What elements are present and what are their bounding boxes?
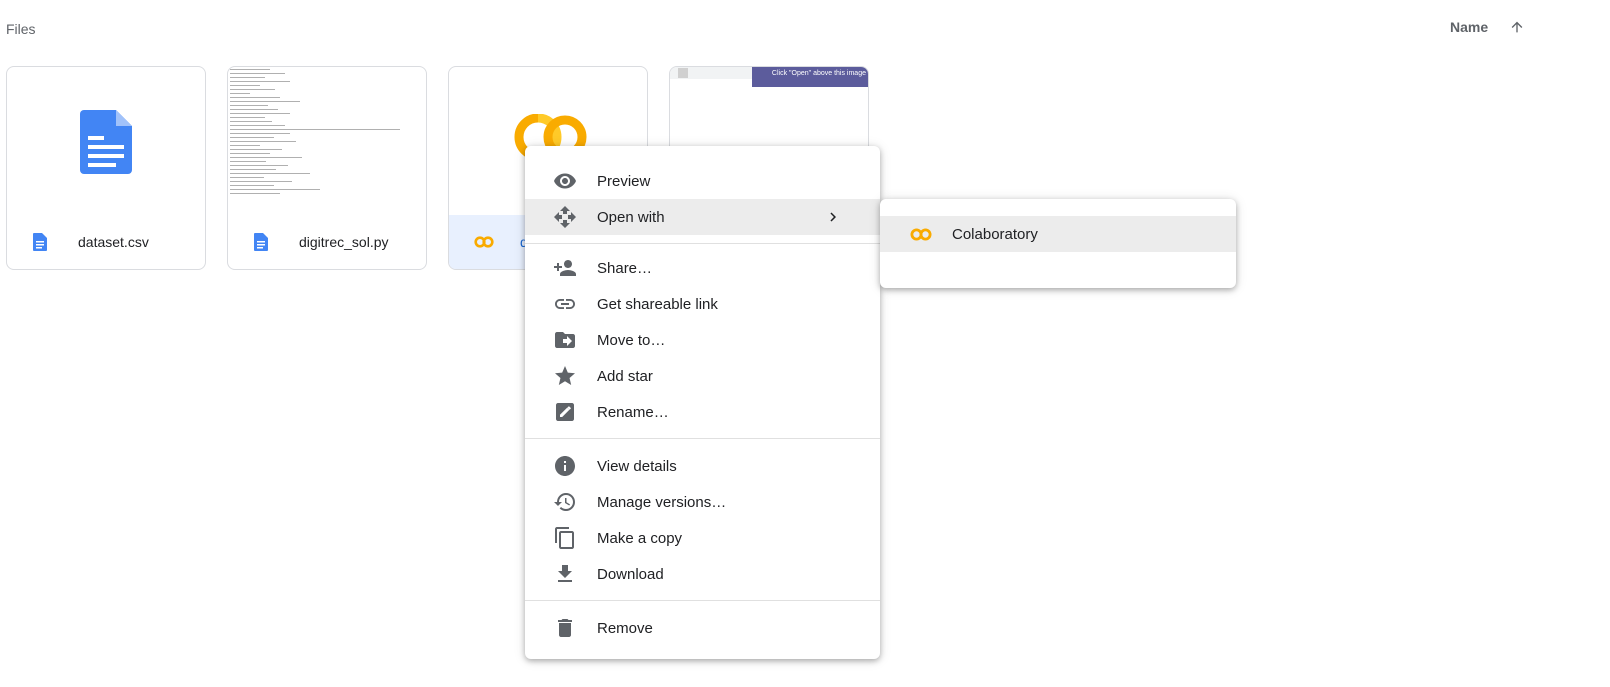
colab-icon [910,227,932,241]
link-icon [552,291,578,317]
move-arrows-icon [552,204,578,230]
menu-item-view-details[interactable]: View details [525,448,880,484]
file-card[interactable]: dataset.csv [6,66,206,270]
history-icon [552,489,578,515]
file-thumbnail [7,67,205,217]
sort-label[interactable]: Name [1450,19,1488,35]
open-with-submenu: Colaboratory [880,199,1236,288]
menu-item-label: Download [597,565,664,583]
star-icon [552,363,578,389]
sort-control[interactable]: Name [1450,16,1528,38]
menu-item-download[interactable]: Download [525,556,880,592]
menu-item-label: Move to… [597,331,666,349]
menu-item-label: Preview [597,172,651,190]
info-icon [552,453,578,479]
menu-item-share[interactable]: Share… [525,250,880,286]
menu-item-move-to[interactable]: Move to… [525,322,880,358]
code-preview [230,69,420,214]
document-icon [80,110,132,174]
menu-item-label: Open with [597,208,665,226]
menu-item-rename[interactable]: Rename… [525,394,880,430]
menu-item-label: Make a copy [597,529,683,547]
section-title: Files [6,21,36,37]
copy-icon [552,525,578,551]
person-add-icon [552,255,578,281]
document-icon [253,233,269,251]
chevron-right-icon [823,207,843,227]
menu-item-make-copy[interactable]: Make a copy [525,520,880,556]
file-thumbnail [228,67,426,217]
folder-move-icon [552,327,578,353]
menu-divider [525,438,880,439]
menu-item-label: Get shareable link [597,295,718,313]
arrow-up-icon[interactable] [1506,16,1528,38]
submenu-item-label: Colaboratory [952,225,1038,243]
menu-divider [525,600,880,601]
file-name: dataset.csv [78,234,149,250]
menu-item-manage-versions[interactable]: Manage versions… [525,484,880,520]
menu-item-remove[interactable]: Remove [525,610,880,646]
menu-item-label: View details [597,457,677,475]
menu-item-get-link[interactable]: Get shareable link [525,286,880,322]
file-card[interactable]: digitrec_sol.py [227,66,427,270]
file-name: digitrec_sol.py [299,234,389,250]
eye-icon [552,168,578,194]
menu-item-open-with[interactable]: Open with [525,199,880,235]
trash-icon [552,615,578,641]
menu-item-label: Add star [597,367,653,385]
edit-icon [552,399,578,425]
menu-item-label: Rename… [597,403,669,421]
menu-item-label: Share… [597,259,653,277]
menu-divider [525,243,880,244]
context-menu: Preview Open with Share… Get shareable l… [525,146,880,659]
document-icon [32,233,48,251]
submenu-item-colaboratory[interactable]: Colaboratory [880,216,1236,252]
menu-item-label: Remove [597,619,653,637]
download-icon [552,561,578,587]
menu-item-label: Manage versions… [597,493,727,511]
image-preview-banner: Click "Open" above this image [752,67,868,87]
menu-item-preview[interactable]: Preview [525,163,880,199]
colab-icon [474,233,494,251]
menu-item-add-star[interactable]: Add star [525,358,880,394]
